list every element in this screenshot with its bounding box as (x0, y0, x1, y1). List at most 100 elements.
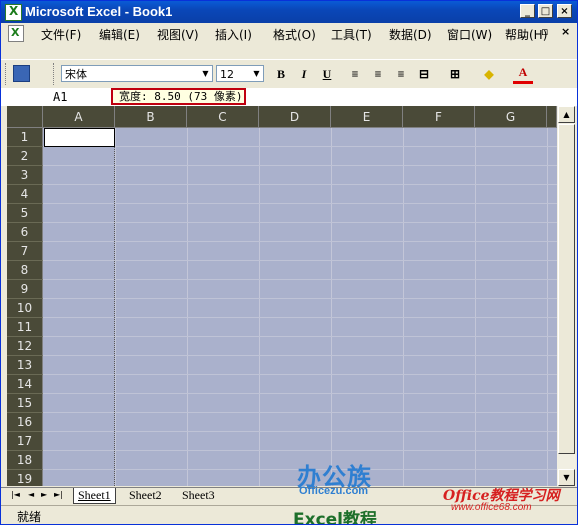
column-header-b[interactable]: B (115, 106, 187, 128)
borders-icon[interactable]: ⊞ (445, 64, 465, 84)
sheet-tab-sheet3[interactable]: Sheet3 (178, 488, 219, 503)
grid-line (43, 165, 557, 166)
align-right-icon[interactable]: ≡ (391, 64, 411, 84)
row-header-18[interactable]: 18 (7, 451, 43, 470)
row-header-11[interactable]: 11 (7, 318, 43, 337)
doc-minimize-button[interactable]: _ (521, 25, 527, 38)
watermark-logo-sub: Officezu.com (299, 485, 369, 497)
row-header-3[interactable]: 3 (7, 166, 43, 185)
toolbar-grip[interactable] (5, 63, 9, 85)
menu-window[interactable]: 窗口(W) (447, 26, 492, 43)
column-header-c[interactable]: C (187, 106, 259, 128)
document-icon[interactable] (8, 25, 24, 42)
grid-line (187, 128, 188, 486)
grid-line (43, 298, 557, 299)
row-header-9[interactable]: 9 (7, 280, 43, 299)
grid-line (43, 260, 557, 261)
chevron-down-icon[interactable]: ▼ (200, 66, 211, 81)
scroll-down-icon[interactable]: ▼ (558, 469, 575, 486)
font-name-combo[interactable]: 宋体 ▼ (61, 65, 213, 82)
window-title: Microsoft Excel - Book1 (25, 4, 173, 19)
fill-color-icon[interactable]: ◆ (479, 64, 499, 84)
font-color-icon[interactable]: A (513, 64, 533, 84)
chevron-down-icon[interactable]: ▼ (251, 66, 262, 81)
active-cell-a1[interactable] (44, 128, 115, 147)
minimize-button[interactable]: _ (520, 4, 535, 18)
grid-line (547, 128, 548, 486)
next-sheet-icon[interactable]: ► (41, 490, 47, 499)
column-header-d[interactable]: D (259, 106, 331, 128)
maximize-button[interactable]: □ (538, 4, 553, 18)
menu-bar: 文件(F) 编辑(E) 视图(V) 插入(I) 格式(O) 工具(T) 数据(D… (1, 23, 577, 43)
formula-bar: A1 宽度: 8.50 (73 像素) (1, 88, 577, 106)
row-header-7[interactable]: 7 (7, 242, 43, 261)
row-header-13[interactable]: 13 (7, 356, 43, 375)
select-all-corner[interactable] (7, 106, 43, 128)
bold-button[interactable]: B (271, 64, 291, 84)
column-header-f[interactable]: F (403, 106, 475, 128)
name-box[interactable]: A1 (53, 90, 67, 104)
column-header-g[interactable]: G (475, 106, 547, 128)
excel-app-icon[interactable] (5, 4, 22, 21)
scroll-up-icon[interactable]: ▲ (558, 106, 575, 123)
sheet-tab-sheet2[interactable]: Sheet2 (125, 488, 166, 503)
worksheet-grid[interactable]: A B C D E F G 1 2 3 4 5 6 7 8 9 10 11 12… (7, 106, 557, 486)
grid-line (43, 279, 557, 280)
menu-view[interactable]: 视图(V) (157, 26, 199, 43)
row-header-14[interactable]: 14 (7, 375, 43, 394)
grid-line (43, 355, 557, 356)
row-header-1[interactable]: 1 (7, 128, 43, 147)
sheet-tab-sheet1[interactable]: Sheet1 (73, 488, 116, 504)
grid-line (331, 128, 332, 486)
toolbar-grip-2[interactable] (53, 63, 57, 85)
menu-file[interactable]: 文件(F) (41, 26, 81, 43)
title-bar: Microsoft Excel - Book1 _ □ × (1, 1, 577, 23)
vertical-scrollbar[interactable]: ▲ ▼ (557, 106, 576, 486)
column-header-e[interactable]: E (331, 106, 403, 128)
save-icon[interactable] (13, 65, 30, 82)
grid-line (115, 128, 116, 486)
italic-button[interactable]: I (294, 64, 314, 84)
row-header-5[interactable]: 5 (7, 204, 43, 223)
row-header-4[interactable]: 4 (7, 185, 43, 204)
row-header-19[interactable]: 19 (7, 470, 43, 486)
column-header-a[interactable]: A (43, 106, 115, 128)
doc-restore-button[interactable]: ▫ (541, 25, 548, 38)
menu-format[interactable]: 格式(O) (273, 26, 316, 43)
row-header-12[interactable]: 12 (7, 337, 43, 356)
last-sheet-icon[interactable]: ►| (54, 490, 63, 499)
merge-center-icon[interactable]: ⊟ (414, 64, 434, 84)
row-header-6[interactable]: 6 (7, 223, 43, 242)
grid-line (43, 374, 557, 375)
column-header-partial[interactable] (547, 106, 557, 128)
menu-tools[interactable]: 工具(T) (331, 26, 372, 43)
row-header-2[interactable]: 2 (7, 147, 43, 166)
row-header-17[interactable]: 17 (7, 432, 43, 451)
grid-line (475, 128, 476, 486)
font-size-combo[interactable]: 12 ▼ (216, 65, 264, 82)
menu-edit[interactable]: 编辑(E) (99, 26, 140, 43)
grid-line (43, 431, 557, 432)
row-header-8[interactable]: 8 (7, 261, 43, 280)
scrollbar-thumb[interactable] (558, 124, 575, 454)
grid-line (43, 203, 557, 204)
prev-sheet-icon[interactable]: ◄ (28, 490, 34, 499)
excel-window: Microsoft Excel - Book1 _ □ × 文件(F) 编辑(E… (0, 0, 578, 525)
row-header-16[interactable]: 16 (7, 413, 43, 432)
first-sheet-icon[interactable]: |◄ (11, 490, 20, 499)
menu-data[interactable]: 数据(D) (389, 26, 432, 43)
grid-line (43, 317, 557, 318)
font-name-value: 宋体 (65, 68, 87, 81)
align-left-icon[interactable]: ≡ (345, 64, 365, 84)
underline-button[interactable]: U (317, 64, 337, 84)
row-header-15[interactable]: 15 (7, 394, 43, 413)
grid-line (43, 222, 557, 223)
align-center-icon[interactable]: ≡ (368, 64, 388, 84)
doc-close-button[interactable]: × (561, 25, 570, 38)
row-header-10[interactable]: 10 (7, 299, 43, 318)
formatting-toolbar: 宋体 ▼ 12 ▼ B I U ≡ ≡ ≡ ⊟ ⊞ ◆ A (1, 59, 577, 89)
grid-line (259, 128, 260, 486)
menu-insert[interactable]: 插入(I) (215, 26, 252, 43)
grid-line (43, 184, 557, 185)
close-button[interactable]: × (557, 4, 572, 18)
